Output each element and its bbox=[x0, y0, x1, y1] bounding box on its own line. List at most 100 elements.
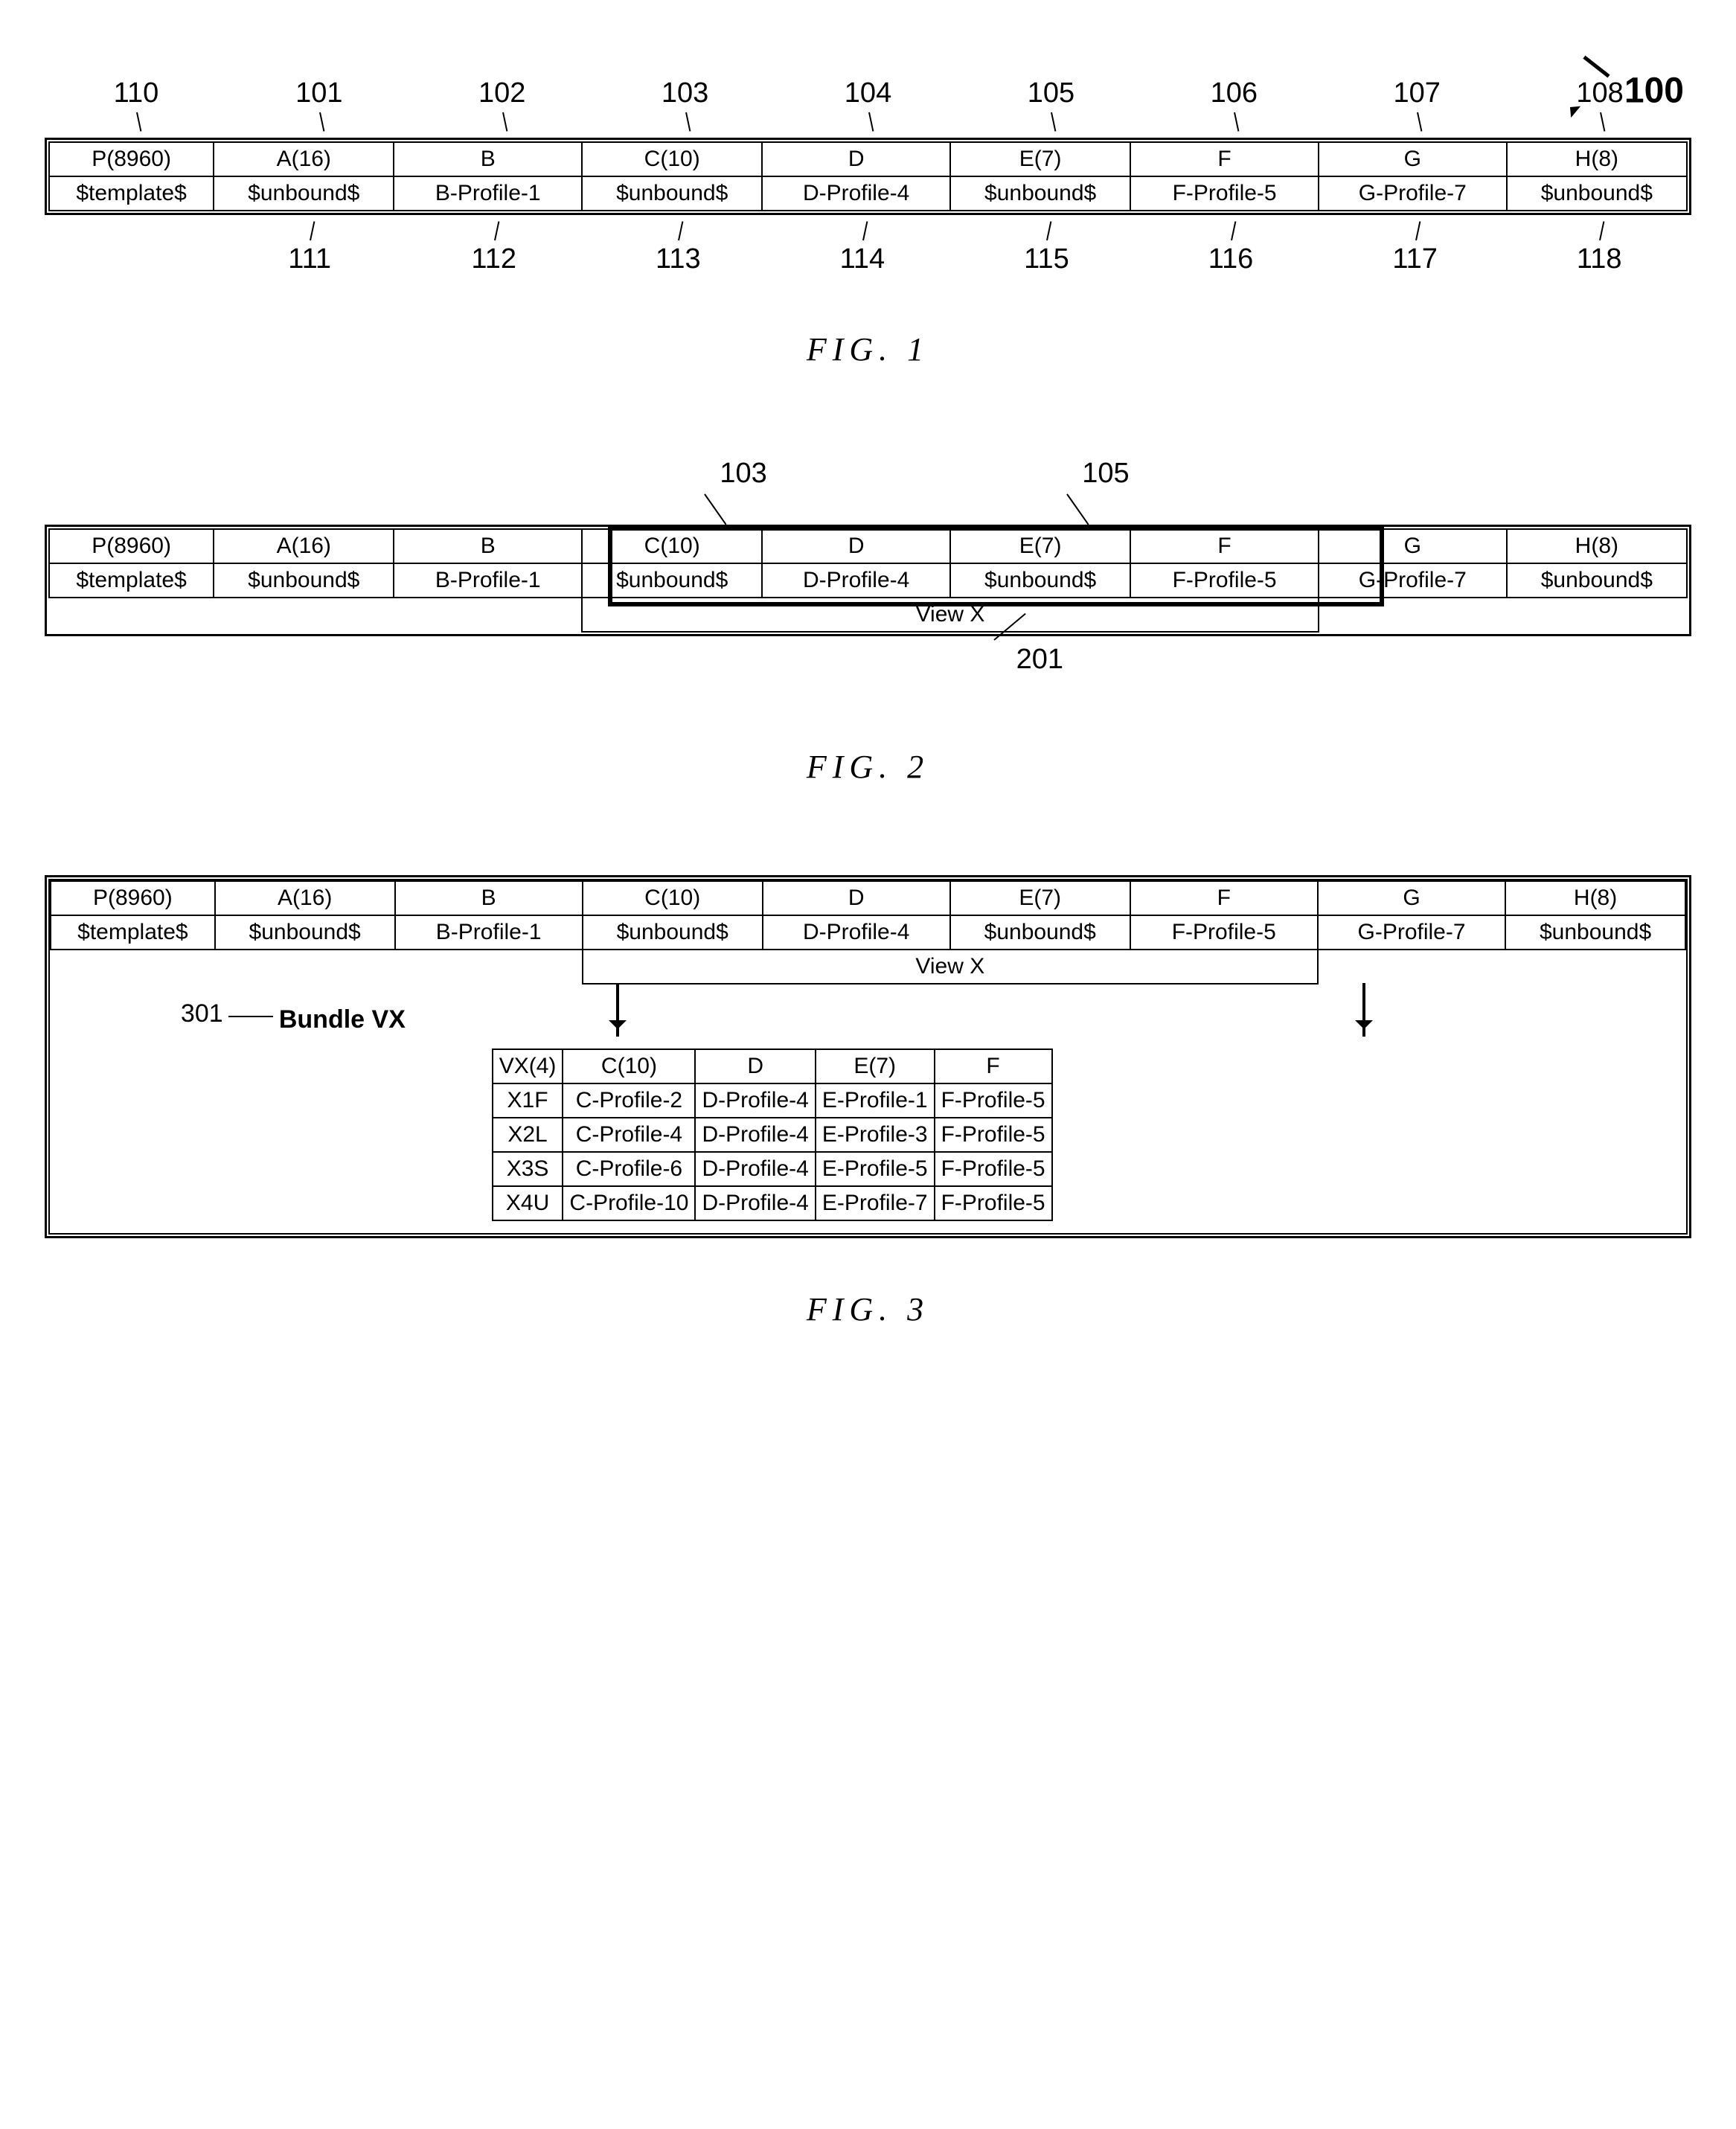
hdr-cell: C(10) bbox=[582, 142, 762, 176]
bundle-hdr: E(7) bbox=[816, 1049, 935, 1083]
val-cell: $template$ bbox=[49, 563, 214, 598]
hdr-cell: B bbox=[395, 881, 583, 915]
ref-num: 105 bbox=[959, 74, 1142, 112]
figure-3: P(8960) A(16) B C(10) D E(7) F G H(8) $t… bbox=[45, 875, 1691, 1328]
val-cell: $unbound$ bbox=[583, 915, 763, 950]
val-cell: G-Profile-7 bbox=[1319, 563, 1507, 598]
val-cell: $unbound$ bbox=[214, 563, 394, 598]
bundle-hdr: D bbox=[695, 1049, 815, 1083]
header-row: P(8960) A(16) B C(10) D E(7) F G H(8) bbox=[51, 881, 1685, 915]
bundle-row: X3S C-Profile-6 D-Profile-4 E-Profile-5 … bbox=[493, 1152, 1052, 1186]
bundle-cell: X1F bbox=[493, 1083, 563, 1118]
val-cell: D-Profile-4 bbox=[762, 176, 950, 211]
val-cell: F-Profile-5 bbox=[1130, 915, 1318, 950]
bundle-cell: X2L bbox=[493, 1118, 563, 1152]
header-row: P(8960) A(16) B C(10) D E(7) F G H(8) bbox=[49, 142, 1687, 176]
bundle-cell: C-Profile-6 bbox=[563, 1152, 695, 1186]
bundle-row: X1F C-Profile-2 D-Profile-4 E-Profile-1 … bbox=[493, 1083, 1052, 1118]
val-cell: B-Profile-1 bbox=[394, 176, 582, 211]
ref-num: 106 bbox=[1142, 74, 1325, 112]
val-cell: $unbound$ bbox=[215, 915, 395, 950]
ref-num: 108 bbox=[1508, 74, 1691, 112]
hdr-cell: B bbox=[394, 529, 582, 563]
ref-num: 103 bbox=[594, 74, 777, 112]
val-cell: G-Profile-7 bbox=[1319, 176, 1507, 211]
top-ref-row: 110 101 102 103 104 105 106 107 108 bbox=[45, 74, 1691, 112]
hdr-cell: G bbox=[1319, 142, 1507, 176]
figure-2: 103 105 P(8960) A(16) B C(10) D E(7) bbox=[45, 458, 1691, 786]
ref-num: 112 bbox=[402, 240, 586, 278]
val-cell: B-Profile-1 bbox=[394, 563, 582, 598]
bundle-cell: C-Profile-4 bbox=[563, 1118, 695, 1152]
bundle-cell: D-Profile-4 bbox=[695, 1083, 815, 1118]
val-cell: $template$ bbox=[49, 176, 214, 211]
tick-row bbox=[45, 215, 1691, 240]
val-cell: $template$ bbox=[51, 915, 215, 950]
hdr-cell: D bbox=[762, 529, 950, 563]
template-table-wrap: P(8960) A(16) B C(10) D E(7) F G H(8) $t… bbox=[45, 138, 1691, 215]
hdr-cell: E(7) bbox=[950, 881, 1130, 915]
figure-3-panel: P(8960) A(16) B C(10) D E(7) F G H(8) $t… bbox=[45, 875, 1691, 1238]
ref-num: 113 bbox=[586, 240, 771, 278]
value-row: $template$ $unbound$ B-Profile-1 $unboun… bbox=[49, 563, 1687, 598]
bundle-hdr: F bbox=[935, 1049, 1052, 1083]
bundle-cell: F-Profile-5 bbox=[935, 1083, 1052, 1118]
ref-num: 110 bbox=[45, 74, 228, 112]
hdr-cell: E(7) bbox=[950, 142, 1130, 176]
template-table: P(8960) A(16) B C(10) D E(7) F G H(8) $t… bbox=[48, 141, 1688, 211]
template-table: P(8960) A(16) B C(10) D E(7) F G H(8) $t… bbox=[48, 528, 1688, 633]
bundle-row: X2L C-Profile-4 D-Profile-4 E-Profile-3 … bbox=[493, 1118, 1052, 1152]
bundle-cell: X3S bbox=[493, 1152, 563, 1186]
ref-num: 102 bbox=[411, 74, 594, 112]
hdr-cell: G bbox=[1318, 881, 1505, 915]
ref-103: 103 bbox=[720, 458, 766, 490]
val-cell: $unbound$ bbox=[950, 176, 1130, 211]
hdr-cell: F bbox=[1130, 529, 1319, 563]
hdr-cell: A(16) bbox=[214, 529, 394, 563]
hdr-cell: H(8) bbox=[1507, 529, 1687, 563]
bundle-cell: F-Profile-5 bbox=[935, 1118, 1052, 1152]
figure-caption: FIG. 3 bbox=[45, 1290, 1691, 1328]
hdr-cell: B bbox=[394, 142, 582, 176]
val-cell: $unbound$ bbox=[1505, 915, 1685, 950]
hdr-cell: D bbox=[763, 881, 950, 915]
val-cell: $unbound$ bbox=[950, 563, 1130, 598]
ref-num: 115 bbox=[955, 240, 1139, 278]
figure-caption: FIG. 1 bbox=[45, 330, 1691, 368]
hdr-cell: G bbox=[1319, 529, 1507, 563]
template-table: P(8960) A(16) B C(10) D E(7) F G H(8) $t… bbox=[50, 880, 1686, 985]
hdr-cell: H(8) bbox=[1507, 142, 1687, 176]
bundle-hdr: C(10) bbox=[563, 1049, 695, 1083]
bundle-cell: E-Profile-1 bbox=[816, 1083, 935, 1118]
hdr-cell: E(7) bbox=[950, 529, 1130, 563]
ref-num: 104 bbox=[777, 74, 960, 112]
bundle-cell: X4U bbox=[493, 1186, 563, 1220]
ref-num: 111 bbox=[217, 240, 402, 278]
val-cell: F-Profile-5 bbox=[1130, 563, 1319, 598]
bundle-row: X4U C-Profile-10 D-Profile-4 E-Profile-7… bbox=[493, 1186, 1052, 1220]
figure-1: 100 110 101 102 103 104 105 106 107 108 … bbox=[45, 74, 1691, 368]
hdr-cell: A(16) bbox=[214, 142, 394, 176]
val-cell: $unbound$ bbox=[214, 176, 394, 211]
view-x-cell: View X bbox=[583, 950, 1318, 984]
val-cell: G-Profile-7 bbox=[1318, 915, 1505, 950]
bundle-cell: F-Profile-5 bbox=[935, 1186, 1052, 1220]
ref-num: 107 bbox=[1325, 74, 1508, 112]
figure-caption: FIG. 2 bbox=[45, 748, 1691, 786]
bundle-cell: D-Profile-4 bbox=[695, 1118, 815, 1152]
bundle-cell: E-Profile-7 bbox=[816, 1186, 935, 1220]
hdr-cell: P(8960) bbox=[49, 142, 214, 176]
val-cell: D-Profile-4 bbox=[762, 563, 950, 598]
bundle-cell: E-Profile-5 bbox=[816, 1152, 935, 1186]
val-cell: F-Profile-5 bbox=[1130, 176, 1319, 211]
val-cell: B-Profile-1 bbox=[395, 915, 583, 950]
val-cell: $unbound$ bbox=[582, 176, 762, 211]
ref-301: 301 bbox=[181, 999, 223, 1028]
ref-num: 114 bbox=[770, 240, 955, 278]
hdr-cell: A(16) bbox=[215, 881, 395, 915]
ref-num: 117 bbox=[1323, 240, 1508, 278]
ref-105: 105 bbox=[1082, 458, 1129, 490]
header-row: P(8960) A(16) B C(10) D E(7) F G H(8) bbox=[49, 529, 1687, 563]
down-arrow-icon bbox=[616, 983, 619, 1037]
value-row: $template$ $unbound$ B-Profile-1 $unboun… bbox=[49, 176, 1687, 211]
